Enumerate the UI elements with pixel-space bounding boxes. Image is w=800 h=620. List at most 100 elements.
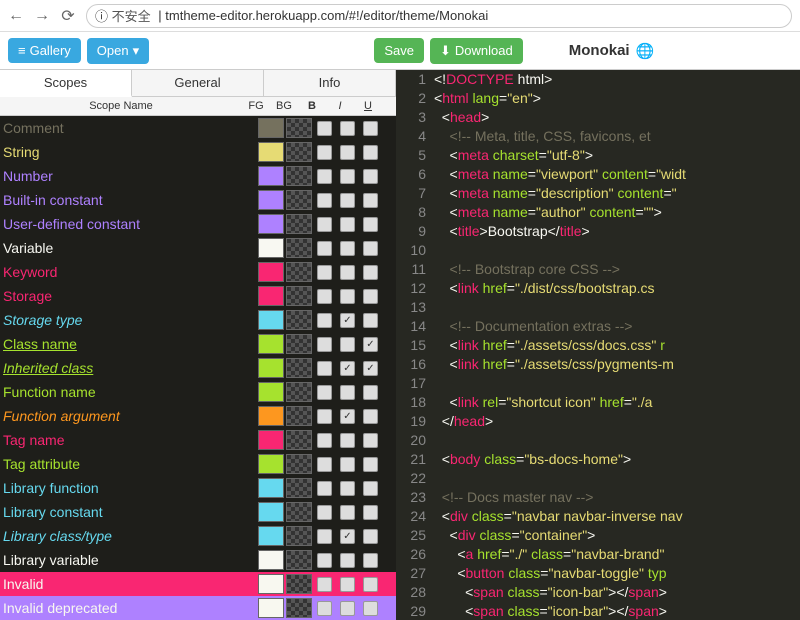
fg-swatch[interactable] xyxy=(258,190,284,210)
fg-swatch[interactable] xyxy=(258,166,284,186)
scope-row[interactable]: Library function xyxy=(0,476,396,500)
bold-checkbox[interactable] xyxy=(317,529,332,544)
scope-row[interactable]: Comment xyxy=(0,116,396,140)
bold-checkbox[interactable] xyxy=(317,433,332,448)
bg-swatch[interactable] xyxy=(286,358,312,378)
bold-checkbox[interactable] xyxy=(317,577,332,592)
scope-row[interactable]: Library constant xyxy=(0,500,396,524)
gallery-button[interactable]: ≡Gallery xyxy=(8,38,81,63)
fg-swatch[interactable] xyxy=(258,334,284,354)
forward-button[interactable]: → xyxy=(34,8,50,24)
underline-checkbox[interactable] xyxy=(363,409,378,424)
scope-row[interactable]: Function argument✓ xyxy=(0,404,396,428)
fg-swatch[interactable] xyxy=(258,526,284,546)
scope-row[interactable]: Invalid deprecated xyxy=(0,596,396,620)
bold-checkbox[interactable] xyxy=(317,145,332,160)
bold-checkbox[interactable] xyxy=(317,505,332,520)
tab-info[interactable]: Info xyxy=(264,70,396,96)
bg-swatch[interactable] xyxy=(286,526,312,546)
italic-checkbox[interactable] xyxy=(340,481,355,496)
bg-swatch[interactable] xyxy=(286,238,312,258)
fg-swatch[interactable] xyxy=(258,502,284,522)
scope-row[interactable]: Built-in constant xyxy=(0,188,396,212)
underline-checkbox[interactable] xyxy=(363,289,378,304)
bg-swatch[interactable] xyxy=(286,598,312,618)
bg-swatch[interactable] xyxy=(286,430,312,450)
underline-checkbox[interactable] xyxy=(363,313,378,328)
url-bar[interactable]: ⓘ 不安全 | tmtheme-editor.herokuapp.com/#!/… xyxy=(86,4,792,28)
italic-checkbox[interactable] xyxy=(340,337,355,352)
scope-row[interactable]: User-defined constant xyxy=(0,212,396,236)
scope-row[interactable]: Tag attribute xyxy=(0,452,396,476)
italic-checkbox[interactable] xyxy=(340,217,355,232)
bold-checkbox[interactable] xyxy=(317,217,332,232)
scope-row[interactable]: Class name✓ xyxy=(0,332,396,356)
bg-swatch[interactable] xyxy=(286,190,312,210)
tab-scopes[interactable]: Scopes xyxy=(0,70,132,97)
back-button[interactable]: ← xyxy=(8,8,24,24)
bg-swatch[interactable] xyxy=(286,574,312,594)
italic-checkbox[interactable] xyxy=(340,265,355,280)
scope-row[interactable]: Variable xyxy=(0,236,396,260)
italic-checkbox[interactable] xyxy=(340,553,355,568)
underline-checkbox[interactable] xyxy=(363,193,378,208)
bg-swatch[interactable] xyxy=(286,166,312,186)
fg-swatch[interactable] xyxy=(258,286,284,306)
italic-checkbox[interactable] xyxy=(340,193,355,208)
bold-checkbox[interactable] xyxy=(317,193,332,208)
bg-swatch[interactable] xyxy=(286,550,312,570)
italic-checkbox[interactable] xyxy=(340,169,355,184)
bold-checkbox[interactable] xyxy=(317,241,332,256)
underline-checkbox[interactable] xyxy=(363,385,378,400)
underline-checkbox[interactable] xyxy=(363,529,378,544)
scope-row[interactable]: Keyword xyxy=(0,260,396,284)
italic-checkbox[interactable] xyxy=(340,505,355,520)
bold-checkbox[interactable] xyxy=(317,385,332,400)
bold-checkbox[interactable] xyxy=(317,601,332,616)
underline-checkbox[interactable] xyxy=(363,145,378,160)
bold-checkbox[interactable] xyxy=(317,289,332,304)
italic-checkbox[interactable] xyxy=(340,385,355,400)
bg-swatch[interactable] xyxy=(286,454,312,474)
scope-row[interactable]: Number xyxy=(0,164,396,188)
italic-checkbox[interactable] xyxy=(340,433,355,448)
fg-swatch[interactable] xyxy=(258,406,284,426)
fg-swatch[interactable] xyxy=(258,142,284,162)
bg-swatch[interactable] xyxy=(286,262,312,282)
bold-checkbox[interactable] xyxy=(317,409,332,424)
scope-row[interactable]: Library class/type✓ xyxy=(0,524,396,548)
bg-swatch[interactable] xyxy=(286,478,312,498)
italic-checkbox[interactable] xyxy=(340,289,355,304)
open-button[interactable]: Open▾ xyxy=(87,38,149,64)
italic-checkbox[interactable]: ✓ xyxy=(340,409,355,424)
fg-swatch[interactable] xyxy=(258,478,284,498)
scope-row[interactable]: Function name xyxy=(0,380,396,404)
bg-swatch[interactable] xyxy=(286,502,312,522)
bold-checkbox[interactable] xyxy=(317,169,332,184)
bold-checkbox[interactable] xyxy=(317,337,332,352)
bg-swatch[interactable] xyxy=(286,406,312,426)
download-button[interactable]: ⬇Download xyxy=(430,38,523,64)
underline-checkbox[interactable] xyxy=(363,217,378,232)
bg-swatch[interactable] xyxy=(286,334,312,354)
bold-checkbox[interactable] xyxy=(317,553,332,568)
tab-general[interactable]: General xyxy=(132,70,264,96)
fg-swatch[interactable] xyxy=(258,574,284,594)
italic-checkbox[interactable]: ✓ xyxy=(340,313,355,328)
bold-checkbox[interactable] xyxy=(317,121,332,136)
scope-row[interactable]: Tag name xyxy=(0,428,396,452)
underline-checkbox[interactable] xyxy=(363,505,378,520)
bg-swatch[interactable] xyxy=(286,286,312,306)
underline-checkbox[interactable]: ✓ xyxy=(363,361,378,376)
italic-checkbox[interactable] xyxy=(340,457,355,472)
scope-row[interactable]: Storage xyxy=(0,284,396,308)
fg-swatch[interactable] xyxy=(258,238,284,258)
underline-checkbox[interactable] xyxy=(363,169,378,184)
fg-swatch[interactable] xyxy=(258,358,284,378)
underline-checkbox[interactable]: ✓ xyxy=(363,337,378,352)
underline-checkbox[interactable] xyxy=(363,481,378,496)
bold-checkbox[interactable] xyxy=(317,457,332,472)
scope-row[interactable]: Inherited class✓✓ xyxy=(0,356,396,380)
underline-checkbox[interactable] xyxy=(363,577,378,592)
italic-checkbox[interactable] xyxy=(340,121,355,136)
